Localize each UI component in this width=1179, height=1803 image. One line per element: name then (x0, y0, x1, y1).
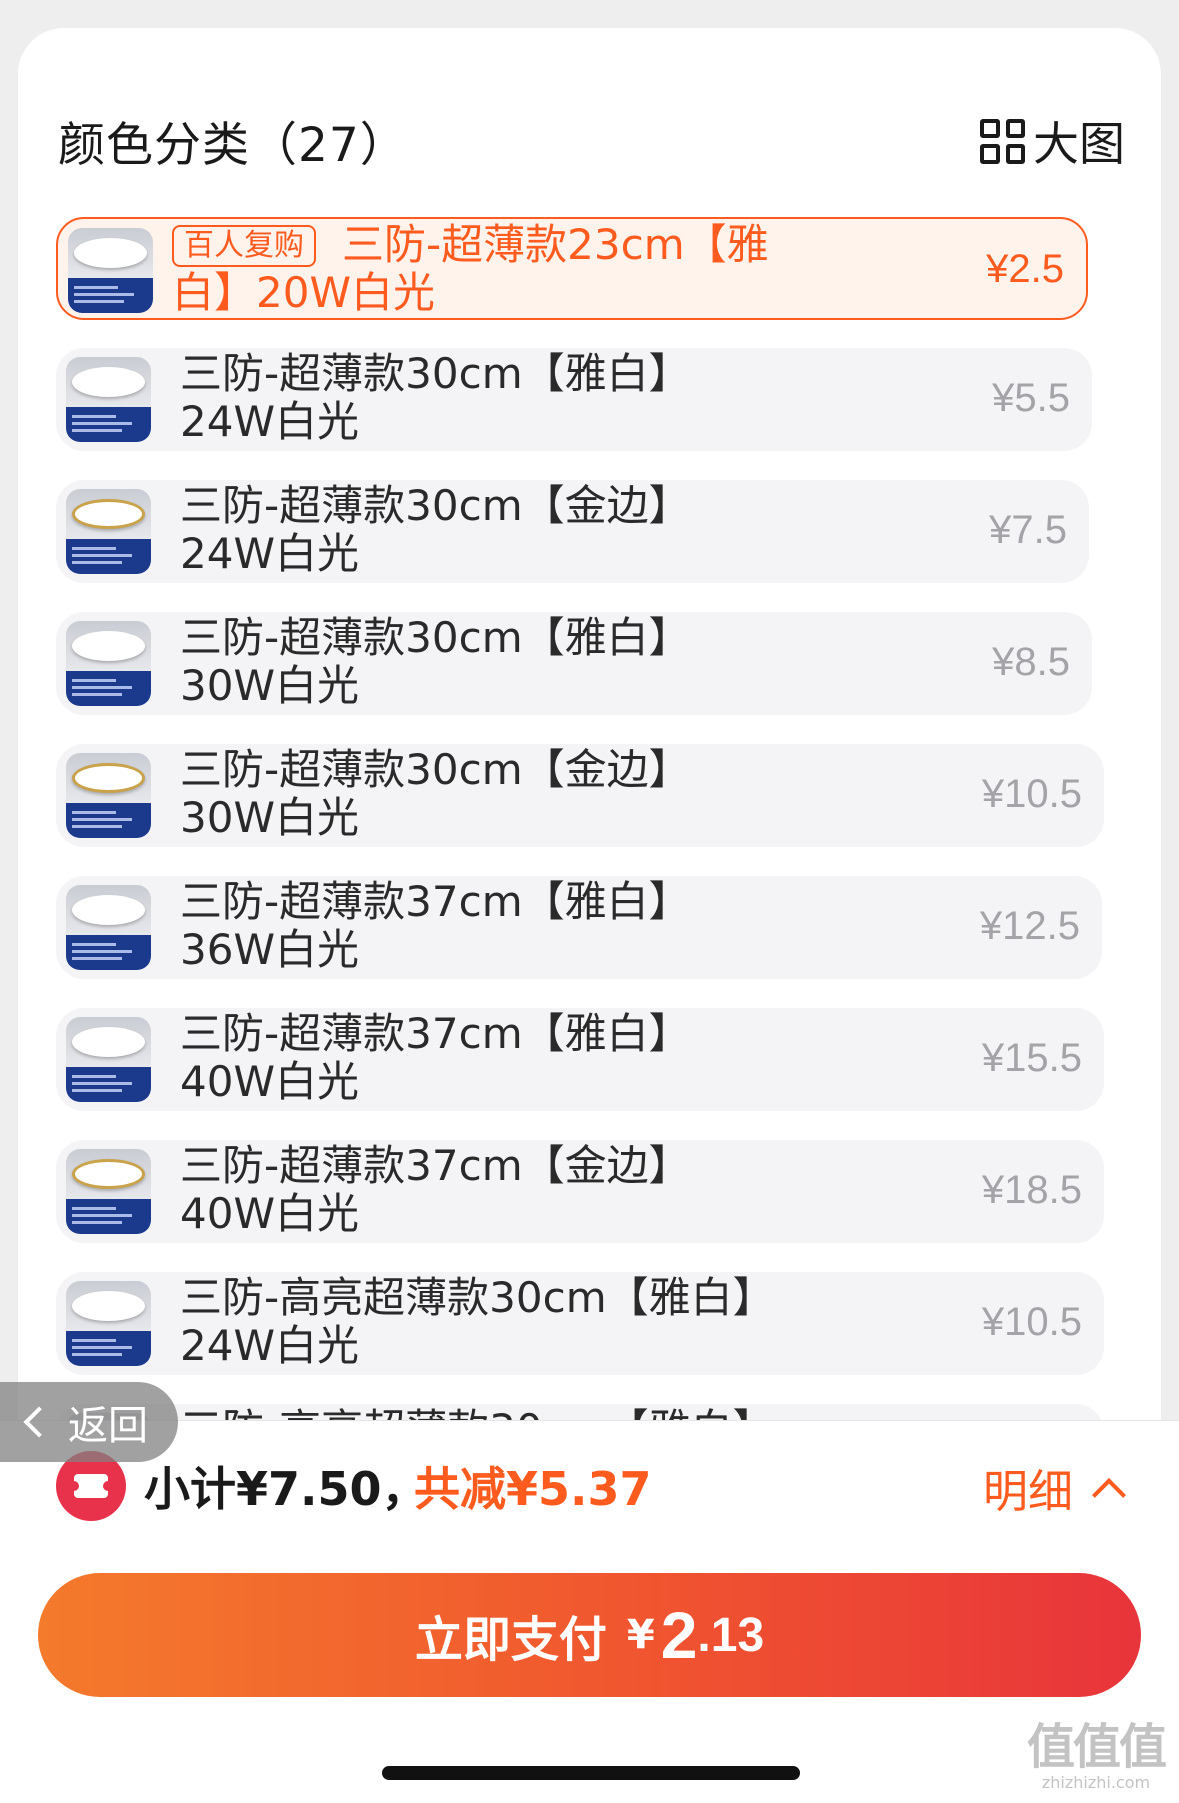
watermark-glyphs: 值值值 (1026, 1719, 1167, 1775)
ceiling-lamp-icon (72, 1027, 145, 1057)
variant-name: 三防-超薄款30cm【金边】24W白光 (180, 482, 780, 578)
variant-price: ¥2.5 (986, 247, 1064, 291)
variant-name: 三防-超薄款30cm【雅白】30W白光 (180, 614, 780, 710)
ceiling-lamp-icon (72, 367, 145, 397)
checkout-footer: 小计¥7.50， 共减¥5.37 明细 立即支付 ¥ 2 .13 值值值 zhi… (0, 1420, 1179, 1803)
watermark: 值值值 zhizhizhi.com (1021, 1721, 1171, 1793)
variant-option[interactable]: 三防-超薄款30cm【雅白】24W白光 ¥5.5 (56, 348, 1092, 451)
saving-text: 共减¥5.37 (414, 1462, 652, 1516)
variant-thumbnail (66, 1149, 151, 1234)
variant-name: 百人复购 三防-超薄款23cm【雅白】20W白光 (172, 221, 772, 317)
variant-option[interactable]: 三防-高亮超薄款30cm【雅白】24W白光 ¥10.5 (56, 1272, 1104, 1375)
variant-thumbnail (66, 357, 151, 442)
detail-label: 明细 (982, 1465, 1073, 1518)
ceiling-lamp-icon (72, 1159, 145, 1189)
variant-name-text: 三防-超薄款37cm【雅白】36W白光 (180, 877, 691, 974)
ceiling-lamp-icon (74, 238, 147, 268)
variant-price: ¥18.5 (981, 1168, 1082, 1212)
variant-price: ¥10.5 (981, 772, 1082, 816)
chevron-up-icon (1092, 1477, 1126, 1512)
variant-thumbnail (66, 489, 151, 574)
subtotal-text: 小计¥7.50， (144, 1462, 428, 1516)
pay-amount-dec: .13 (697, 1608, 765, 1662)
variant-thumbnail (66, 753, 151, 838)
ceiling-lamp-icon (72, 631, 145, 661)
variant-name: 三防-超薄款37cm【雅白】36W白光 (180, 878, 780, 974)
detail-toggle[interactable]: 明细 (982, 1455, 1126, 1520)
repurchase-badge: 百人复购 (172, 225, 316, 267)
variant-thumbnail (66, 621, 151, 706)
variant-name: 三防-高亮超薄款30cm【雅白】24W白光 (180, 1274, 780, 1370)
variant-thumbnail (66, 1281, 151, 1366)
variant-option[interactable]: 百人复购 三防-超薄款23cm【雅白】20W白光 ¥2.5 (56, 217, 1088, 320)
variant-list[interactable]: 百人复购 三防-超薄款23cm【雅白】20W白光 ¥2.5 三防-超薄款30cm【雅白… (56, 188, 1161, 1422)
variant-option[interactable]: 三防-超薄款30cm【金边】24W白光 ¥7.5 (56, 480, 1089, 583)
pay-amount-int: 2 (660, 1598, 698, 1672)
variant-name: 三防-超薄款37cm【雅白】40W白光 (180, 1010, 780, 1106)
variant-name-text: 三防-高亮超薄款30cm【雅白】24W白光 (180, 1273, 775, 1370)
variant-price: ¥12.5 (979, 904, 1080, 948)
variant-name: 三防-超薄款37cm【金边】40W白光 (180, 1142, 780, 1238)
variant-option[interactable]: 三防-超薄款37cm【雅白】40W白光 ¥15.5 (56, 1008, 1104, 1111)
variant-price: ¥7.5 (989, 508, 1067, 552)
variant-thumbnail (66, 1017, 151, 1102)
variant-name-text: 三防-超薄款30cm【雅白】30W白光 (180, 613, 691, 710)
variant-name-text: 三防-超薄款37cm【雅白】40W白光 (180, 1009, 691, 1106)
ceiling-lamp-icon (72, 895, 145, 925)
variant-name: 三防-超薄款30cm【雅白】24W白光 (180, 350, 780, 446)
page-title: 颜色分类（27） (58, 118, 408, 173)
variant-price: ¥5.5 (992, 376, 1070, 420)
pay-label: 立即支付 (414, 1612, 607, 1668)
variant-name-text: 三防-超薄款30cm【金边】24W白光 (180, 481, 691, 578)
ceiling-lamp-icon (72, 1291, 145, 1321)
variant-price: ¥8.5 (992, 640, 1070, 684)
big-view-toggle[interactable]: 大图 (980, 108, 1125, 174)
variant-price: ¥15.5 (981, 1036, 1082, 1080)
chevron-left-icon (23, 1406, 55, 1438)
back-button[interactable]: 返回 (0, 1382, 178, 1462)
variant-option[interactable]: 三防-超薄款30cm【金边】30W白光 ¥10.5 (56, 744, 1104, 847)
variant-option[interactable]: 三防-超薄款37cm【雅白】36W白光 ¥12.5 (56, 876, 1102, 979)
variant-option[interactable]: 三防-超薄款37cm【金边】40W白光 ¥18.5 (56, 1140, 1104, 1243)
variant-price: ¥10.5 (981, 1300, 1082, 1344)
variant-name: 三防-超薄款30cm【金边】30W白光 (180, 746, 780, 842)
pay-currency: ¥ (626, 1612, 655, 1658)
ceiling-lamp-icon (72, 763, 145, 793)
variant-thumbnail (68, 228, 153, 313)
variant-name-text: 三防-超薄款30cm【雅白】24W白光 (180, 349, 691, 446)
big-view-label: 大图 (1033, 117, 1125, 171)
variant-name-text: 三防-超薄款37cm【金边】40W白光 (180, 1141, 691, 1238)
watermark-url: zhizhizhi.com (1041, 1773, 1151, 1792)
variant-name-text: 三防-超薄款30cm【金边】30W白光 (180, 745, 691, 842)
home-indicator (382, 1766, 800, 1780)
variant-thumbnail (66, 885, 151, 970)
pay-now-button[interactable]: 立即支付 ¥ 2 .13 (38, 1573, 1141, 1697)
grid-view-icon (980, 118, 1025, 164)
ceiling-lamp-icon (72, 499, 145, 529)
variant-option[interactable]: 三防-超薄款30cm【雅白】30W白光 ¥8.5 (56, 612, 1092, 715)
back-label: 返回 (68, 1403, 148, 1449)
